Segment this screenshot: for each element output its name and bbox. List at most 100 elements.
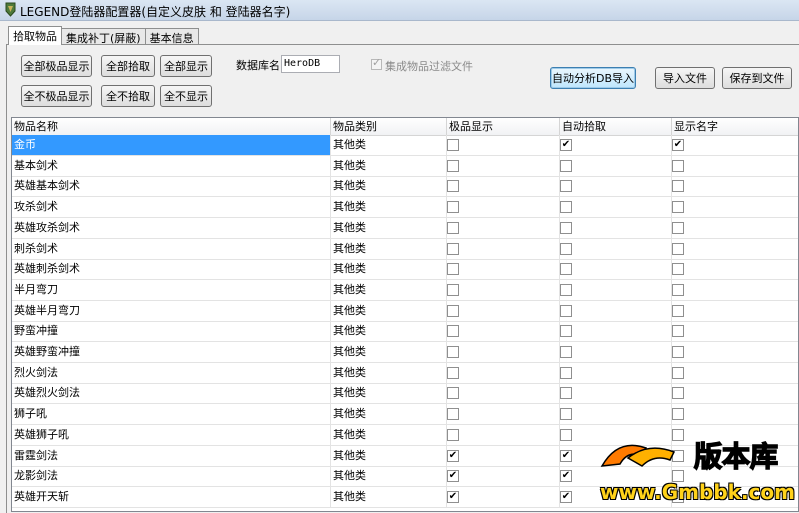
show-name-checkbox[interactable] <box>672 242 684 255</box>
item-type-cell[interactable]: 其他类 <box>331 197 447 218</box>
item-type-cell[interactable]: 其他类 <box>331 135 447 155</box>
filter-file-checkbox[interactable]: ✓ <box>371 56 382 70</box>
tab-basic-info[interactable]: 基本信息 <box>144 28 199 45</box>
fine-show-checkbox[interactable]: ✔ <box>447 490 459 503</box>
table-row[interactable]: 英雄半月弯刀 其他类 <box>12 300 798 322</box>
item-name-cell[interactable]: 半月弯刀 <box>12 279 331 300</box>
item-name-cell[interactable]: 金币 <box>12 135 331 155</box>
item-name-cell[interactable]: 刺杀剑术 <box>12 238 331 259</box>
item-type-cell[interactable]: 其他类 <box>331 259 447 280</box>
item-name-cell[interactable]: 雷霆剑法 <box>12 445 331 466</box>
show-name-checkbox[interactable] <box>672 201 684 214</box>
item-name-cell[interactable]: 烈火剑法 <box>12 362 331 383</box>
fine-show-checkbox[interactable] <box>447 325 459 338</box>
fine-show-checkbox[interactable] <box>447 263 459 276</box>
show-name-checkbox[interactable] <box>672 221 684 234</box>
table-row[interactable]: 烈火剑法 其他类 <box>12 362 798 384</box>
fine-show-checkbox[interactable] <box>447 242 459 255</box>
item-type-cell[interactable]: 其他类 <box>331 176 447 197</box>
col-header-auto-pickup[interactable]: 自动拾取 <box>560 118 672 135</box>
auto-pickup-checkbox[interactable] <box>560 366 572 379</box>
show-name-checkbox[interactable]: ✔ <box>672 139 684 151</box>
fine-show-checkbox[interactable] <box>447 159 459 172</box>
table-row[interactable]: 金币 其他类 ✔ ✔ <box>12 135 798 156</box>
fine-show-checkbox[interactable]: ✔ <box>447 470 459 483</box>
table-row[interactable]: 英雄野蛮冲撞 其他类 <box>12 342 798 363</box>
col-header-type[interactable]: 物品类别 <box>331 118 447 135</box>
item-type-cell[interactable]: 其他类 <box>331 362 447 383</box>
none-show-button[interactable]: 全不显示 <box>160 85 212 107</box>
auto-pickup-checkbox[interactable] <box>560 325 572 338</box>
item-name-cell[interactable]: 狮子吼 <box>12 404 331 425</box>
show-name-checkbox[interactable] <box>672 408 684 421</box>
auto-pickup-checkbox[interactable] <box>560 283 572 296</box>
item-type-cell[interactable]: 其他类 <box>331 321 447 342</box>
all-pickup-button[interactable]: 全部拾取 <box>101 55 155 77</box>
item-name-cell[interactable]: 龙影剑法 <box>12 466 331 487</box>
item-name-cell[interactable]: 英雄刺杀剑术 <box>12 259 331 280</box>
all-fine-show-button[interactable]: 全部极品显示 <box>21 55 92 77</box>
import-file-button[interactable]: 导入文件 <box>655 67 715 89</box>
auto-pickup-checkbox[interactable] <box>560 201 572 214</box>
col-header-name[interactable]: 物品名称 <box>12 118 331 135</box>
table-row[interactable]: 英雄刺杀剑术 其他类 <box>12 259 798 281</box>
item-type-cell[interactable]: 其他类 <box>331 342 447 362</box>
item-name-cell[interactable]: 基本剑术 <box>12 155 331 176</box>
item-type-cell[interactable]: 其他类 <box>331 404 447 425</box>
auto-import-db-button[interactable]: 自动分析DB导入 <box>550 67 636 89</box>
fine-show-checkbox[interactable] <box>447 428 459 441</box>
auto-pickup-checkbox[interactable]: ✔ <box>560 449 572 462</box>
item-name-cell[interactable]: 野蛮冲撞 <box>12 321 331 342</box>
table-row[interactable]: 半月弯刀 其他类 <box>12 279 798 301</box>
item-type-cell[interactable]: 其他类 <box>331 300 447 321</box>
fine-show-checkbox[interactable] <box>447 221 459 234</box>
save-to-file-button[interactable]: 保存到文件 <box>722 67 792 89</box>
fine-show-checkbox[interactable] <box>447 201 459 214</box>
item-name-cell[interactable]: 英雄烈火剑法 <box>12 383 331 404</box>
item-name-cell[interactable]: 英雄攻杀剑术 <box>12 217 331 238</box>
item-name-cell[interactable]: 英雄开天斩 <box>12 486 331 507</box>
item-type-cell[interactable]: 其他类 <box>331 155 447 176</box>
col-header-show-name[interactable]: 显示名字 <box>672 118 798 135</box>
fine-show-checkbox[interactable]: ✔ <box>447 449 459 462</box>
fine-show-checkbox[interactable] <box>447 408 459 421</box>
auto-pickup-checkbox[interactable] <box>560 428 572 441</box>
item-name-cell[interactable]: 英雄半月弯刀 <box>12 300 331 321</box>
fine-show-checkbox[interactable] <box>447 180 459 193</box>
table-row[interactable]: 英雄攻杀剑术 其他类 <box>12 217 798 239</box>
fine-show-checkbox[interactable] <box>447 346 459 358</box>
item-type-cell[interactable]: 其他类 <box>331 279 447 300</box>
all-show-button[interactable]: 全部显示 <box>160 55 212 77</box>
auto-pickup-checkbox[interactable] <box>560 263 572 276</box>
auto-pickup-checkbox[interactable] <box>560 346 572 358</box>
show-name-checkbox[interactable] <box>672 304 684 317</box>
item-name-cell[interactable]: 英雄野蛮冲撞 <box>12 342 331 362</box>
item-name-cell[interactable]: 攻杀剑术 <box>12 197 331 218</box>
auto-pickup-checkbox[interactable]: ✔ <box>560 139 572 151</box>
show-name-checkbox[interactable] <box>672 180 684 193</box>
auto-pickup-checkbox[interactable] <box>560 159 572 172</box>
auto-pickup-checkbox[interactable] <box>560 221 572 234</box>
fine-show-checkbox[interactable] <box>447 139 459 151</box>
table-row[interactable]: 刺杀剑术 其他类 <box>12 238 798 260</box>
table-row[interactable]: 狮子吼 其他类 <box>12 404 798 426</box>
auto-pickup-checkbox[interactable] <box>560 180 572 193</box>
auto-pickup-checkbox[interactable]: ✔ <box>560 470 572 483</box>
item-name-cell[interactable]: 英雄狮子吼 <box>12 424 331 445</box>
fine-show-checkbox[interactable] <box>447 283 459 296</box>
show-name-checkbox[interactable] <box>672 346 684 358</box>
table-row[interactable]: 基本剑术 其他类 <box>12 155 798 177</box>
show-name-checkbox[interactable] <box>672 263 684 276</box>
table-row[interactable]: 野蛮冲撞 其他类 <box>12 321 798 343</box>
item-type-cell[interactable]: 其他类 <box>331 486 447 507</box>
auto-pickup-checkbox[interactable] <box>560 387 572 400</box>
auto-pickup-checkbox[interactable] <box>560 408 572 421</box>
show-name-checkbox[interactable] <box>672 387 684 400</box>
auto-pickup-checkbox[interactable]: ✔ <box>560 490 572 503</box>
table-row[interactable]: 攻杀剑术 其他类 <box>12 197 798 219</box>
item-name-cell[interactable]: 英雄基本剑术 <box>12 176 331 197</box>
tab-pickup-items[interactable]: 拾取物品 <box>8 26 62 45</box>
col-header-fine-show[interactable]: 极品显示 <box>447 118 560 135</box>
show-name-checkbox[interactable] <box>672 159 684 172</box>
none-fine-show-button[interactable]: 全不极品显示 <box>21 85 92 107</box>
